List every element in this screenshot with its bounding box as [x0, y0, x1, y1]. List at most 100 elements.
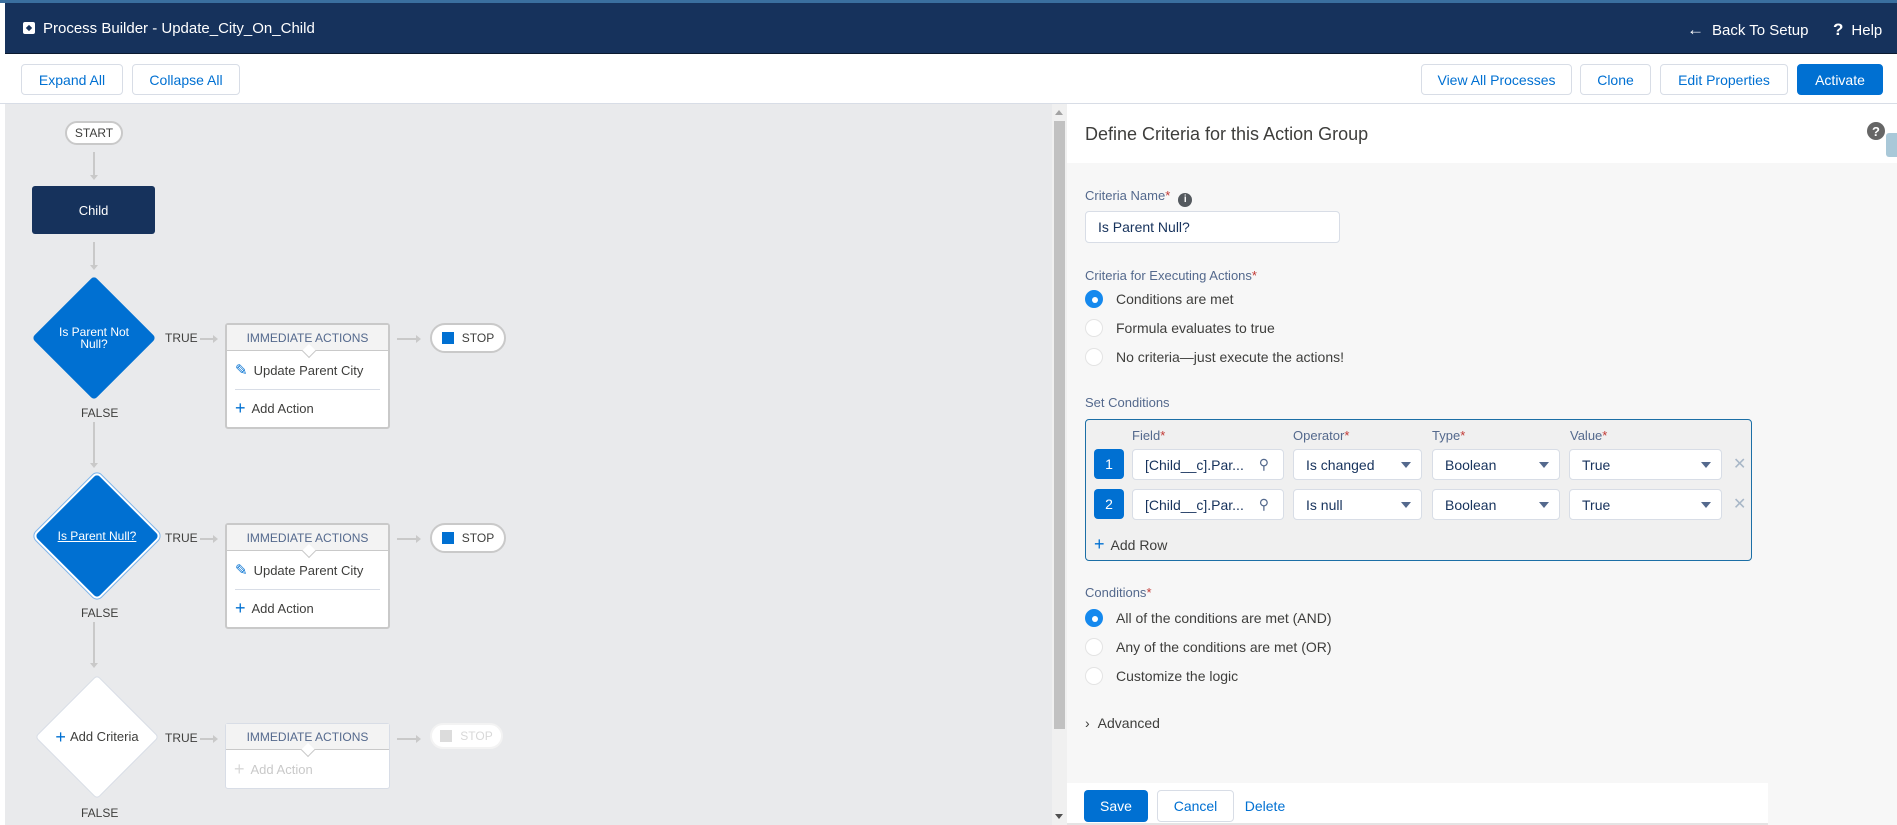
info-icon[interactable]: i [1178, 193, 1193, 207]
back-to-setup-link[interactable]: ← Back To Setup [1687, 20, 1808, 40]
plus-icon: + [235, 598, 246, 618]
field-value: [Child__c].Par... [1145, 456, 1244, 473]
radio-and[interactable]: All of the conditions are met (AND) [1085, 609, 1332, 627]
scroll-thumb[interactable] [1054, 121, 1065, 729]
add-action-label: Add Action [250, 761, 313, 777]
panel-title: Define Criteria for this Action Group [1085, 124, 1369, 144]
required-marker: * [1602, 428, 1608, 443]
radio-conditions-met[interactable]: Conditions are met [1085, 290, 1234, 308]
stop-icon [441, 332, 454, 344]
cancel-button[interactable]: Cancel [1157, 790, 1234, 822]
activate-button[interactable]: Activate [1797, 64, 1883, 95]
radio-label: Any of the conditions are met (OR) [1116, 639, 1332, 655]
required-marker: * [1251, 268, 1257, 283]
add-action-2[interactable]: + Add Action [235, 589, 380, 627]
help-label: Help [1851, 21, 1883, 39]
immediate-actions-header: IMMEDIATE ACTIONS [227, 525, 388, 551]
conditions-table: Field* Operator* Type* Value* 1 [Child__… [1085, 419, 1752, 561]
connector [90, 242, 98, 270]
chevron-down-icon [1401, 462, 1411, 468]
true-label: TRUE [165, 331, 198, 345]
operator-select[interactable]: Is changed [1293, 449, 1422, 480]
remove-row-icon[interactable]: ✕ [1733, 494, 1746, 514]
chevron-down-icon [1539, 502, 1549, 508]
collapse-panel-tab[interactable] [1886, 133, 1897, 157]
radio-no-criteria[interactable]: No criteria—just execute the actions! [1085, 348, 1344, 366]
object-node[interactable]: Child [32, 186, 155, 234]
add-criteria-node[interactable]: + Add Criteria [34, 674, 160, 800]
remove-row-icon[interactable]: ✕ [1733, 454, 1746, 474]
operator-select[interactable]: Is null [1293, 489, 1422, 520]
connector [200, 335, 218, 343]
plus-icon: + [55, 727, 66, 747]
field-picker[interactable]: [Child__c].Par... ⚲ [1132, 449, 1284, 480]
pencil-icon: ✎ [235, 362, 248, 379]
expand-all-button[interactable]: Expand All [21, 64, 123, 95]
advanced-toggle[interactable]: › Advanced [1085, 715, 1160, 731]
save-button[interactable]: Save [1084, 790, 1148, 822]
criteria-node-1[interactable]: Is Parent Not Null? [31, 275, 157, 401]
clone-button[interactable]: Clone [1580, 64, 1651, 95]
required-marker: * [1165, 188, 1171, 203]
chevron-down-icon [1401, 502, 1411, 508]
required-marker: * [1460, 428, 1466, 443]
value-select[interactable]: True [1569, 449, 1722, 480]
col-operator-text: Operator [1293, 428, 1345, 443]
collapse-all-button[interactable]: Collapse All [132, 64, 240, 95]
app-header: Process Builder - Update_City_On_Child ←… [5, 3, 1897, 54]
process-canvas: START Child Is Parent Not Null? TRUE IMM… [0, 104, 1052, 825]
criteria-node-2[interactable]: Is Parent Null? [34, 473, 160, 599]
col-type-text: Type [1432, 428, 1461, 443]
stop-icon [440, 730, 453, 742]
chevron-down-icon [1701, 462, 1711, 468]
toolbar: Expand All Collapse All View All Process… [0, 54, 1897, 104]
required-marker: * [1146, 585, 1152, 600]
criteria-node-2-label[interactable]: Is Parent Null? [35, 474, 159, 598]
true-label: TRUE [165, 531, 198, 545]
chevron-right-icon: › [1085, 715, 1090, 731]
col-field-text: Field [1132, 428, 1161, 443]
criteria-name-input[interactable]: Is Parent Null? [1085, 211, 1340, 243]
help-link[interactable]: ? Help [1833, 20, 1882, 40]
criteria-panel: Define Criteria for this Action Group ? … [1067, 104, 1897, 825]
immediate-actions-header: IMMEDIATE ACTIONS [226, 724, 389, 750]
type-select[interactable]: Boolean [1432, 489, 1560, 520]
connector [397, 735, 421, 743]
criteria-node-1-label: Is Parent Not Null? [58, 325, 130, 351]
add-action-1[interactable]: + Add Action [235, 389, 380, 427]
add-action-label: Add Action [251, 601, 314, 616]
panel-footer: Save Cancel Delete [1067, 783, 1768, 825]
col-value: Value* [1570, 428, 1607, 443]
conditions-text: Conditions [1085, 585, 1147, 600]
radio-formula[interactable]: Formula evaluates to true [1085, 319, 1275, 337]
arrow-left-icon: ← [1687, 20, 1704, 39]
connector [200, 535, 218, 543]
back-to-setup-label: Back To Setup [1712, 21, 1809, 39]
radio-or[interactable]: Any of the conditions are met (OR) [1085, 638, 1332, 656]
process-builder-icon [23, 22, 35, 34]
add-criteria-label[interactable]: + Add Criteria [35, 675, 159, 799]
immediate-actions-2: IMMEDIATE ACTIONS ✎ Update Parent City + A… [225, 523, 390, 629]
type-select[interactable]: Boolean [1432, 449, 1560, 480]
stop-label: STOP [461, 531, 495, 545]
value-select[interactable]: True [1569, 489, 1722, 520]
scroll-down-arrow-icon[interactable] [1055, 814, 1063, 819]
radio-custom-logic[interactable]: Customize the logic [1085, 667, 1238, 685]
chevron-down-icon [1539, 462, 1549, 468]
stop-icon [441, 532, 454, 544]
col-value-text: Value [1570, 428, 1603, 443]
field-picker[interactable]: [Child__c].Par... ⚲ [1132, 489, 1284, 520]
scroll-up-arrow-icon[interactable] [1055, 110, 1063, 115]
delete-button[interactable]: Delete [1241, 790, 1289, 822]
help-icon[interactable]: ? [1867, 122, 1885, 140]
plus-icon: + [1094, 534, 1105, 554]
stop-label: STOP [460, 729, 493, 743]
operator-value: Is changed [1306, 456, 1375, 473]
radio-dot [1085, 319, 1103, 337]
edit-properties-button[interactable]: Edit Properties [1660, 64, 1788, 95]
row-number: 1 [1094, 449, 1124, 479]
view-all-processes-button[interactable]: View All Processes [1421, 64, 1572, 95]
canvas-scrollbar[interactable] [1052, 104, 1067, 825]
connector [200, 735, 218, 743]
add-row-button[interactable]: + Add Row [1094, 534, 1167, 555]
